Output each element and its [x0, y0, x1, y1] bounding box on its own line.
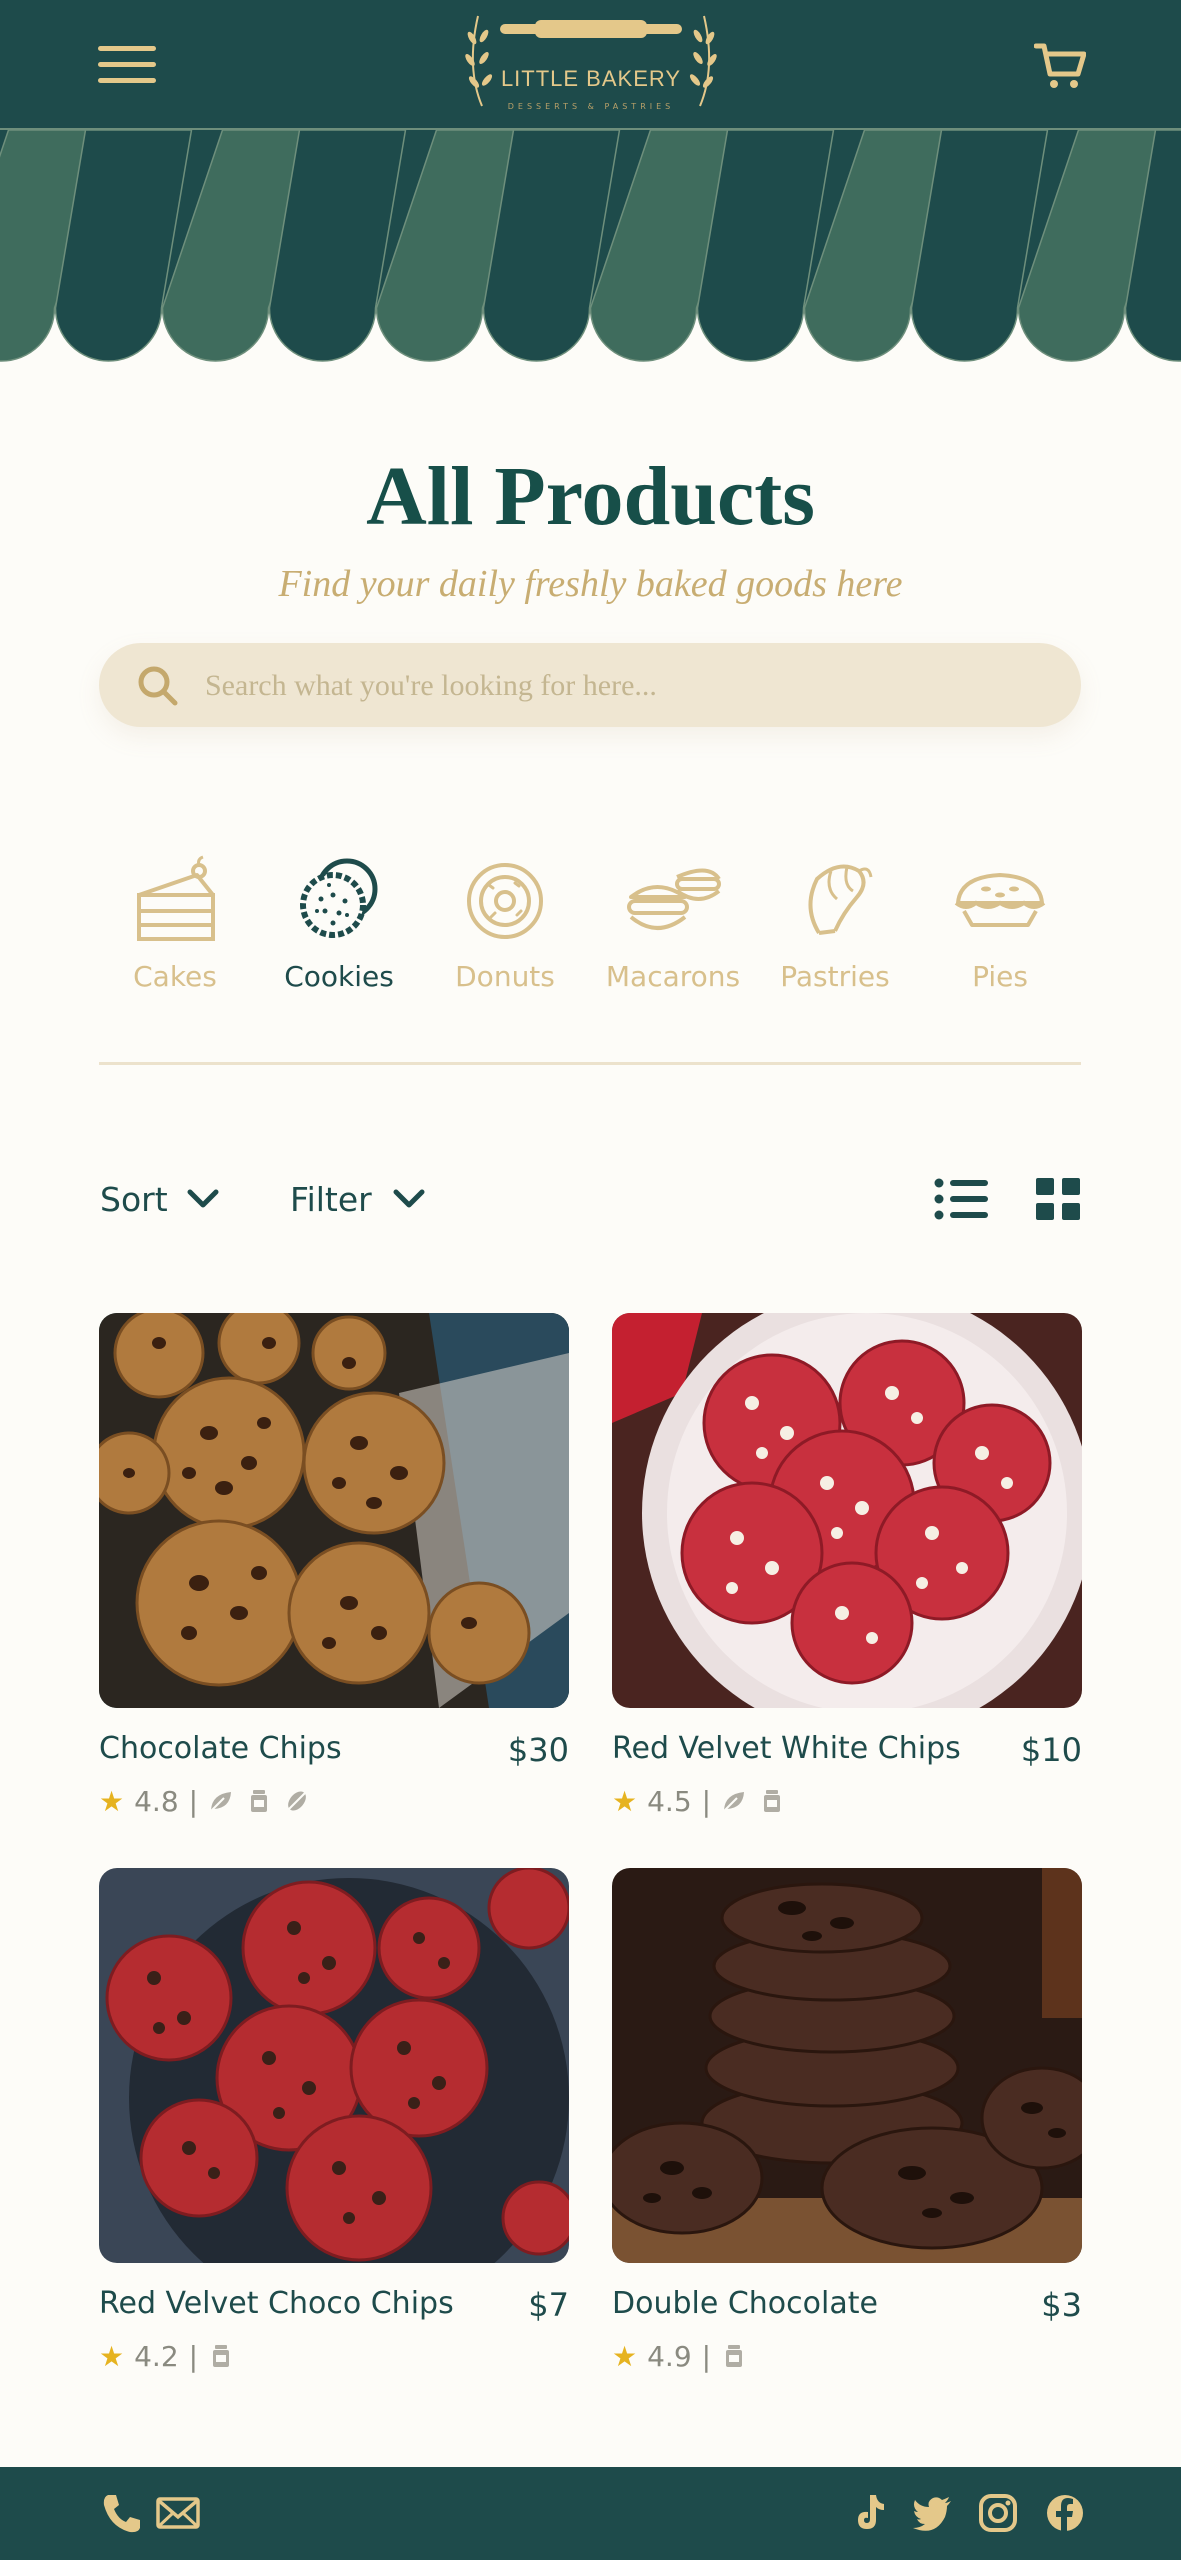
tiktok-icon[interactable]: [850, 2491, 890, 2535]
logo-tagline: DESSERTS & PASTRIES: [507, 102, 675, 111]
gluten-free-icon: [288, 1791, 306, 1811]
footer: [0, 2467, 1181, 2560]
product-image-double-chocolate[interactable]: [612, 1868, 1082, 2263]
category-label: Macarons: [605, 960, 741, 993]
cookie-icon: [300, 858, 378, 938]
instagram-icon[interactable]: [976, 2491, 1020, 2535]
product-meta: ★ 4.9 |: [612, 2338, 759, 2374]
search-bar: [99, 643, 1081, 727]
product-image-chocolate-chips[interactable]: [99, 1313, 569, 1708]
product-name[interactable]: Chocolate Chips: [99, 1731, 342, 1766]
donut-icon: [467, 863, 543, 939]
cart-icon[interactable]: [1033, 42, 1087, 90]
page-title: All Products: [366, 450, 815, 543]
section-divider: [99, 1062, 1081, 1065]
product-image-red-velvet-choco-chips[interactable]: [99, 1868, 569, 2263]
grid-view-icon[interactable]: [1036, 1178, 1080, 1220]
jar-icon: [764, 1790, 781, 1812]
cake-icon: [137, 855, 215, 941]
top-header: LITTLE BAKERY DESSERTS & PASTRIES: [0, 0, 1181, 130]
filter-label: Filter: [290, 1180, 372, 1219]
product-name[interactable]: Double Chocolate: [612, 2286, 878, 2321]
product-card[interactable]: Chocolate Chips $30 ★ 4.8 |: [99, 1313, 569, 1818]
jar-icon: [213, 2345, 230, 2367]
sort-label: Sort: [100, 1180, 168, 1219]
product-meta: ★ 4.8 |: [99, 1783, 322, 1819]
category-pies[interactable]: Pies: [915, 855, 1085, 1005]
product-card[interactable]: Red Velvet White Chips $10 ★ 4.5 |: [612, 1313, 1082, 1818]
meta-separator: |: [188, 1784, 199, 1818]
product-image-red-velvet-white-chips[interactable]: [612, 1313, 1082, 1708]
hamburger-menu-icon[interactable]: [98, 46, 156, 84]
product-price: $3: [1041, 2286, 1082, 2324]
twitter-icon[interactable]: [911, 2491, 955, 2535]
category-label: Pies: [972, 960, 1028, 993]
page-subtitle: Find your daily freshly baked goods here: [278, 563, 903, 605]
chevron-down-icon: [187, 1189, 219, 1208]
croissant-icon: [808, 864, 873, 935]
category-cakes[interactable]: Cakes: [90, 855, 260, 1005]
bakery-logo[interactable]: LITTLE BAKERY DESSERTS & PASTRIES: [460, 8, 722, 120]
mail-icon[interactable]: [156, 2491, 200, 2535]
awning-decoration: [0, 130, 1181, 362]
star-icon: ★: [612, 2339, 638, 2373]
product-price: $10: [1020, 1731, 1082, 1769]
facebook-icon[interactable]: [1043, 2491, 1087, 2535]
meta-separator: |: [188, 2339, 199, 2373]
category-cookies[interactable]: Cookies: [254, 855, 424, 1005]
jar-icon: [726, 2345, 743, 2367]
product-price: $30: [507, 1731, 569, 1769]
product-meta: ★ 4.2 |: [99, 2338, 246, 2374]
star-icon: ★: [99, 1784, 125, 1818]
category-label: Cookies: [284, 960, 394, 993]
sort-dropdown[interactable]: Sort: [100, 1174, 230, 1226]
category-pastries[interactable]: Pastries: [750, 855, 920, 1005]
star-icon: ★: [99, 2339, 125, 2373]
jar-icon: [251, 1790, 268, 1812]
pie-icon: [954, 873, 1046, 927]
list-view-icon[interactable]: [934, 1178, 988, 1220]
product-rating: 4.5: [647, 1784, 692, 1818]
meta-separator: |: [701, 2339, 712, 2373]
product-rating: 4.9: [647, 2339, 692, 2373]
product-name[interactable]: Red Velvet White Chips: [612, 1731, 961, 1766]
vegan-leaf-icon: [723, 1792, 745, 1812]
meta-separator: |: [701, 1784, 712, 1818]
product-price: $7: [528, 2286, 569, 2324]
star-icon: ★: [612, 1784, 638, 1818]
logo-name: LITTLE BAKERY: [500, 66, 682, 91]
product-name[interactable]: Red Velvet Choco Chips: [99, 2286, 454, 2321]
category-macarons[interactable]: Macarons: [588, 855, 758, 1005]
vegan-leaf-icon: [210, 1792, 232, 1812]
product-rating: 4.2: [134, 2339, 179, 2373]
product-card[interactable]: Double Chocolate $3 ★ 4.9 |: [612, 1868, 1082, 2373]
category-label: Cakes: [133, 960, 217, 993]
product-meta: ★ 4.5 |: [612, 1783, 797, 1819]
macaron-icon: [627, 868, 721, 930]
category-donuts[interactable]: Donuts: [420, 855, 590, 1005]
product-rating: 4.8: [134, 1784, 179, 1818]
category-label: Pastries: [780, 960, 890, 993]
phone-icon[interactable]: [100, 2491, 144, 2535]
chevron-down-icon: [393, 1189, 425, 1208]
search-icon[interactable]: [135, 663, 179, 707]
product-card[interactable]: Red Velvet Choco Chips $7 ★ 4.2 |: [99, 1868, 569, 2373]
filter-dropdown[interactable]: Filter: [290, 1174, 430, 1226]
category-label: Donuts: [455, 960, 555, 993]
search-input[interactable]: [203, 657, 1047, 715]
